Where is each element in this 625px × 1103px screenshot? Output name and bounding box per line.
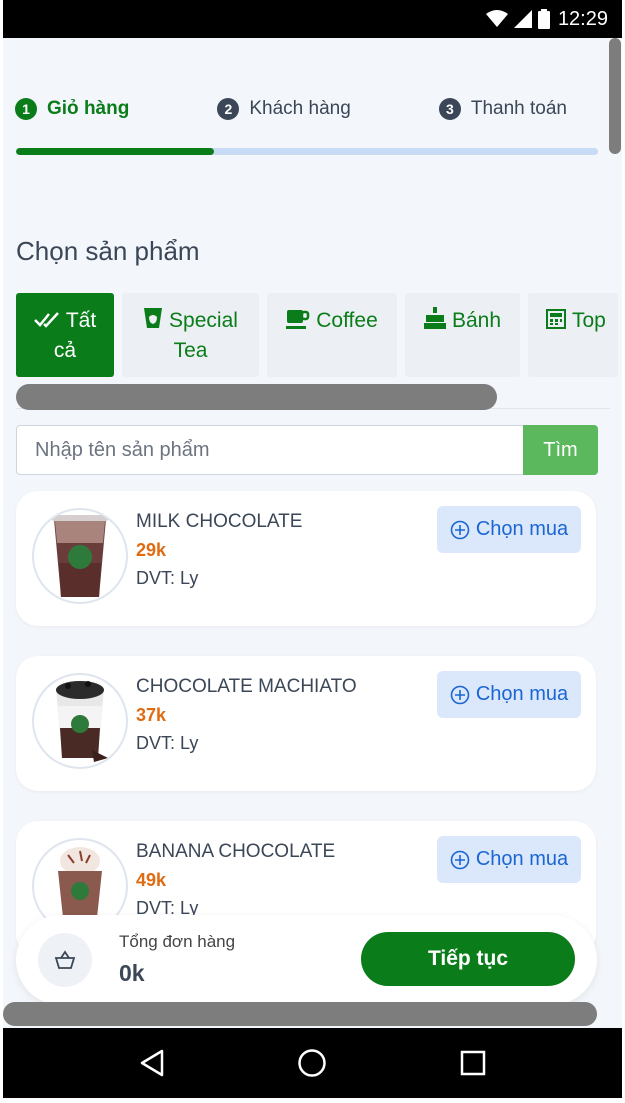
plus-circle-icon (450, 685, 470, 704)
category-label: Top (572, 309, 606, 332)
category-label-line2: Tea (173, 339, 208, 362)
plus-circle-icon (450, 520, 470, 539)
product-card: CHOCOLATE MACHIATO 37k DVT: Ly Chọn mua (16, 656, 596, 791)
buy-button[interactable]: Chọn mua (437, 506, 581, 553)
category-coffee[interactable]: Coffee (267, 293, 397, 377)
horizontal-scrollbar[interactable] (3, 1002, 597, 1026)
category-label: Tất (65, 309, 97, 332)
product-price: 29k (136, 540, 167, 560)
step-payment[interactable]: 3 Thanh toán (438, 98, 567, 120)
step-number: 3 (438, 98, 461, 120)
coffee-icon (286, 309, 310, 337)
double-check-icon (33, 309, 60, 337)
product-search: Tìm (16, 425, 598, 475)
progress-fill (16, 148, 214, 155)
product-unit: DVT: Ly (136, 568, 199, 588)
topping-icon (546, 309, 566, 337)
vertical-scrollbar[interactable] (609, 38, 621, 154)
buy-button[interactable]: Chọn mua (437, 836, 581, 883)
back-icon[interactable] (139, 1049, 165, 1077)
category-special-tea[interactable]: Special Tea (122, 293, 259, 377)
product-price: 49k (136, 870, 167, 890)
step-progress-bar (16, 148, 598, 155)
category-tabs: Tất cả Special Tea Coffee Bánh Top (16, 293, 618, 377)
wifi-icon (485, 10, 508, 27)
product-name: MILK CHOCOLATE (136, 511, 303, 532)
step-number: 1 (15, 98, 37, 120)
search-button[interactable]: Tìm (523, 425, 598, 475)
buy-label: Chọn mua (475, 683, 569, 705)
battery-icon (537, 9, 550, 29)
recents-icon[interactable] (460, 1050, 486, 1076)
product-price: 37k (136, 705, 167, 725)
cake-icon (423, 307, 446, 337)
search-input[interactable] (16, 425, 523, 475)
system-nav-bar (3, 1028, 622, 1098)
step-cart[interactable]: 1 Giỏ hàng (15, 98, 129, 120)
buy-label: Chọn mua (475, 848, 569, 870)
category-scrollbar[interactable] (16, 384, 497, 410)
product-image (32, 508, 128, 604)
order-summary-bar: Tổng đơn hàng 0k Tiếp tục (16, 915, 597, 1005)
home-icon[interactable] (297, 1048, 327, 1078)
product-unit: DVT: Ly (136, 733, 199, 753)
plus-circle-icon (450, 850, 470, 869)
basket-icon (38, 933, 92, 987)
order-total-value: 0k (119, 960, 145, 986)
product-name: BANANA CHOCOLATE (136, 841, 336, 862)
product-image (32, 673, 128, 769)
continue-button[interactable]: Tiếp tục (361, 932, 575, 986)
order-total-label: Tổng đơn hàng (119, 932, 236, 951)
checkout-steps: 1 Giỏ hàng 2 Khách hàng 3 Thanh toán (15, 98, 601, 120)
category-label: Special (169, 309, 238, 332)
step-number: 2 (217, 98, 240, 120)
category-label-line2: cả (53, 339, 77, 362)
buy-label: Chọn mua (475, 518, 569, 540)
category-cake[interactable]: Bánh (405, 293, 520, 377)
clock: 12:29 (557, 7, 608, 30)
checkout-screen: 1 Giỏ hàng 2 Khách hàng 3 Thanh toán Chọ… (3, 38, 622, 1028)
step-label: Giỏ hàng (47, 98, 130, 119)
cup-icon (143, 307, 163, 337)
buy-button[interactable]: Chọn mua (437, 671, 581, 718)
category-topping[interactable]: Top (528, 293, 618, 377)
step-label: Khách hàng (249, 98, 351, 119)
step-customer[interactable]: 2 Khách hàng (217, 98, 351, 120)
signal-icon (513, 10, 532, 28)
status-icons (485, 9, 550, 29)
product-card: MILK CHOCOLATE 29k DVT: Ly Chọn mua (16, 491, 596, 626)
category-label: Bánh (451, 309, 502, 332)
category-label: Coffee (316, 309, 378, 332)
section-title: Chọn sản phẩm (16, 236, 200, 266)
status-bar: 12:29 (3, 0, 622, 38)
step-label: Thanh toán (470, 98, 567, 119)
category-all[interactable]: Tất cả (16, 293, 114, 377)
product-name: CHOCOLATE MACHIATO (136, 676, 357, 697)
